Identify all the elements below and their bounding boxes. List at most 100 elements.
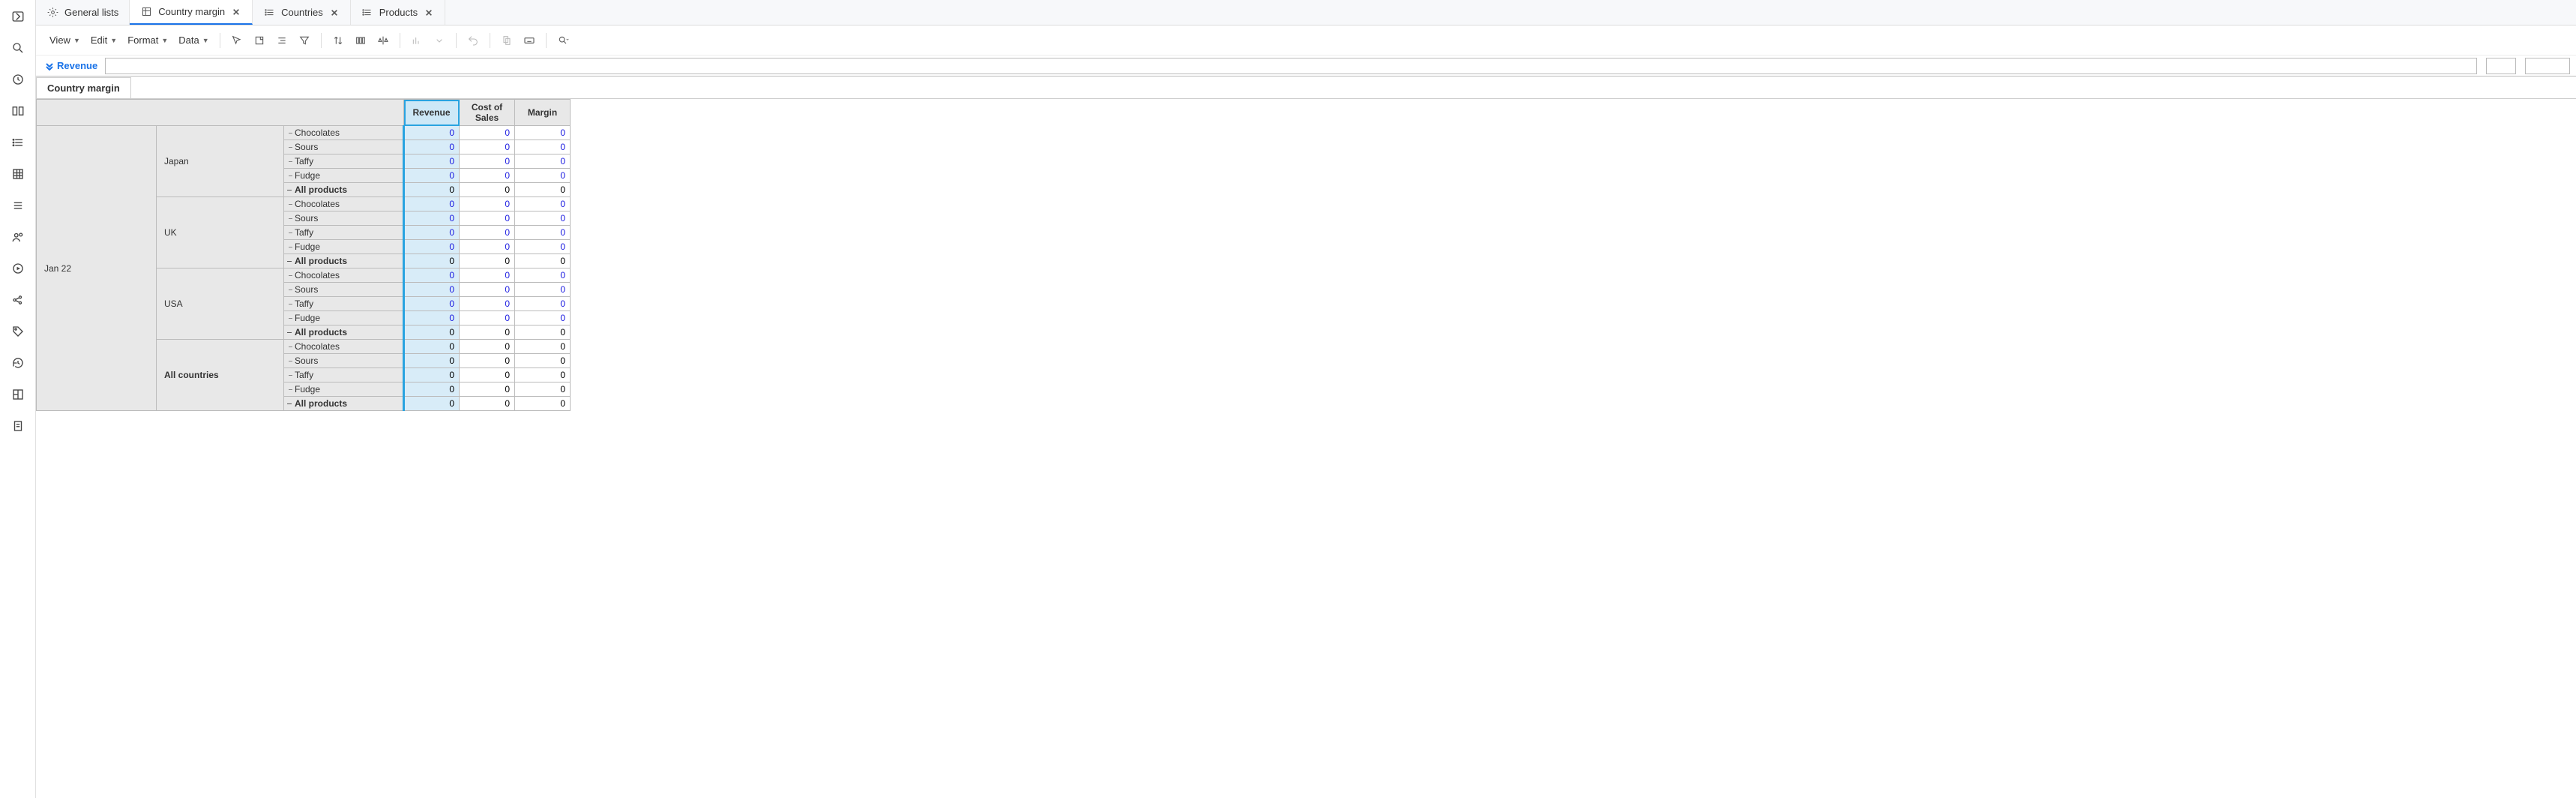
grid-cell[interactable]: 0 bbox=[404, 397, 460, 411]
sheet-tab[interactable]: Country margin bbox=[36, 77, 131, 98]
row-header-country[interactable]: Japan bbox=[157, 126, 284, 197]
close-icon[interactable] bbox=[231, 7, 241, 17]
row-header-product[interactable]: Chocolates bbox=[284, 268, 404, 283]
list-icon[interactable] bbox=[9, 134, 27, 152]
column-header[interactable]: Cost of Sales bbox=[460, 100, 515, 126]
tab-general-lists[interactable]: General lists bbox=[36, 0, 130, 25]
formula-aux-box[interactable] bbox=[2486, 58, 2516, 74]
grid-cell[interactable]: 0 bbox=[460, 169, 515, 183]
lineitems-icon[interactable] bbox=[9, 196, 27, 214]
column-header[interactable]: Margin bbox=[515, 100, 571, 126]
row-header-product[interactable]: All products bbox=[284, 326, 404, 340]
grid-cell[interactable]: 0 bbox=[460, 311, 515, 326]
grid-cell[interactable]: 0 bbox=[515, 154, 571, 169]
grid-cell[interactable]: 0 bbox=[460, 140, 515, 154]
row-header-product[interactable]: All products bbox=[284, 183, 404, 197]
grid-cell[interactable]: 0 bbox=[515, 397, 571, 411]
grid-cell[interactable]: 0 bbox=[515, 169, 571, 183]
row-header-product[interactable]: Fudge bbox=[284, 382, 404, 397]
grid-cell[interactable]: 0 bbox=[460, 212, 515, 226]
menu-view[interactable]: View▼ bbox=[45, 32, 85, 49]
row-header-product[interactable]: Sours bbox=[284, 283, 404, 297]
filter-icon[interactable] bbox=[294, 30, 315, 51]
formula-cell-label[interactable]: Revenue bbox=[42, 60, 100, 71]
grid-cell[interactable]: 0 bbox=[404, 197, 460, 212]
align-icon[interactable] bbox=[271, 30, 292, 51]
close-icon[interactable] bbox=[329, 8, 340, 18]
tab-country-margin[interactable]: Country margin bbox=[130, 0, 253, 25]
row-header-product[interactable]: Sours bbox=[284, 354, 404, 368]
grid-cell[interactable]: 0 bbox=[515, 126, 571, 140]
row-header-product[interactable]: Fudge bbox=[284, 311, 404, 326]
grid-cell[interactable]: 0 bbox=[515, 297, 571, 311]
row-header-product[interactable]: Fudge bbox=[284, 240, 404, 254]
grid-cell[interactable]: 0 bbox=[404, 126, 460, 140]
grid-cell[interactable]: 0 bbox=[515, 311, 571, 326]
row-header-time[interactable]: Jan 22 bbox=[37, 126, 157, 411]
grid-cell[interactable]: 0 bbox=[515, 140, 571, 154]
row-header-product[interactable]: Taffy bbox=[284, 368, 404, 382]
grid-cell[interactable]: 0 bbox=[460, 297, 515, 311]
menu-format[interactable]: Format▼ bbox=[123, 32, 172, 49]
grid-cell[interactable]: 0 bbox=[515, 226, 571, 240]
grid-cell[interactable]: 0 bbox=[404, 268, 460, 283]
row-header-product[interactable]: Chocolates bbox=[284, 197, 404, 212]
row-header-product[interactable]: Sours bbox=[284, 140, 404, 154]
grid-module-icon[interactable] bbox=[9, 165, 27, 183]
row-header-product[interactable]: All products bbox=[284, 254, 404, 268]
grid-cell[interactable]: 0 bbox=[460, 283, 515, 297]
users-icon[interactable] bbox=[9, 228, 27, 246]
grid-cell[interactable]: 0 bbox=[460, 254, 515, 268]
grid-cell[interactable]: 0 bbox=[460, 240, 515, 254]
grid-cell[interactable]: 0 bbox=[515, 268, 571, 283]
grid-cell[interactable]: 0 bbox=[404, 183, 460, 197]
row-header-country[interactable]: UK bbox=[157, 197, 284, 268]
grid-cell[interactable]: 0 bbox=[515, 368, 571, 382]
row-header-product[interactable]: Fudge bbox=[284, 169, 404, 183]
grid-cell[interactable]: 0 bbox=[404, 283, 460, 297]
search-icon[interactable] bbox=[9, 39, 27, 57]
balance-icon[interactable] bbox=[373, 30, 394, 51]
keyboard-icon[interactable] bbox=[519, 30, 540, 51]
grid-cell[interactable]: 0 bbox=[404, 311, 460, 326]
document-icon[interactable] bbox=[9, 417, 27, 435]
grid-cell[interactable]: 0 bbox=[515, 340, 571, 354]
dashboard-icon[interactable] bbox=[9, 386, 27, 404]
row-header-product[interactable]: Taffy bbox=[284, 297, 404, 311]
grid-cell[interactable]: 0 bbox=[460, 154, 515, 169]
grid-cell[interactable]: 0 bbox=[404, 154, 460, 169]
grid-cell[interactable]: 0 bbox=[460, 368, 515, 382]
grid-cell[interactable]: 0 bbox=[515, 254, 571, 268]
grid-cell[interactable]: 0 bbox=[404, 368, 460, 382]
columns-icon[interactable] bbox=[350, 30, 371, 51]
row-header-country[interactable]: USA bbox=[157, 268, 284, 340]
row-header-product[interactable]: Taffy bbox=[284, 226, 404, 240]
grid-cell[interactable]: 0 bbox=[460, 382, 515, 397]
grid-cell[interactable]: 0 bbox=[460, 183, 515, 197]
formula-input[interactable] bbox=[105, 58, 2477, 74]
tab-countries[interactable]: Countries bbox=[253, 0, 351, 25]
grid-cell[interactable]: 0 bbox=[515, 240, 571, 254]
grid-cell[interactable]: 0 bbox=[515, 326, 571, 340]
grid-cell[interactable]: 0 bbox=[404, 297, 460, 311]
row-header-product[interactable]: All products bbox=[284, 397, 404, 411]
grid-cell[interactable]: 0 bbox=[460, 354, 515, 368]
grid-cell[interactable]: 0 bbox=[515, 283, 571, 297]
grid-cell[interactable]: 0 bbox=[404, 326, 460, 340]
tab-products[interactable]: Products bbox=[351, 0, 445, 25]
grid-cell[interactable]: 0 bbox=[515, 354, 571, 368]
column-header[interactable]: Revenue bbox=[404, 100, 460, 126]
grid-cell[interactable]: 0 bbox=[404, 140, 460, 154]
grid-cell[interactable]: 0 bbox=[515, 212, 571, 226]
share-icon[interactable] bbox=[9, 291, 27, 309]
row-header-product[interactable]: Sours bbox=[284, 212, 404, 226]
row-header-country[interactable]: All countries bbox=[157, 340, 284, 411]
grid-cell[interactable]: 0 bbox=[404, 382, 460, 397]
tag-icon[interactable] bbox=[9, 322, 27, 340]
clock-icon[interactable] bbox=[9, 70, 27, 88]
grid-cell[interactable]: 0 bbox=[515, 382, 571, 397]
notes-icon[interactable] bbox=[249, 30, 270, 51]
compare-icon[interactable] bbox=[9, 102, 27, 120]
row-header-product[interactable]: Chocolates bbox=[284, 340, 404, 354]
grid-cell[interactable]: 0 bbox=[404, 226, 460, 240]
